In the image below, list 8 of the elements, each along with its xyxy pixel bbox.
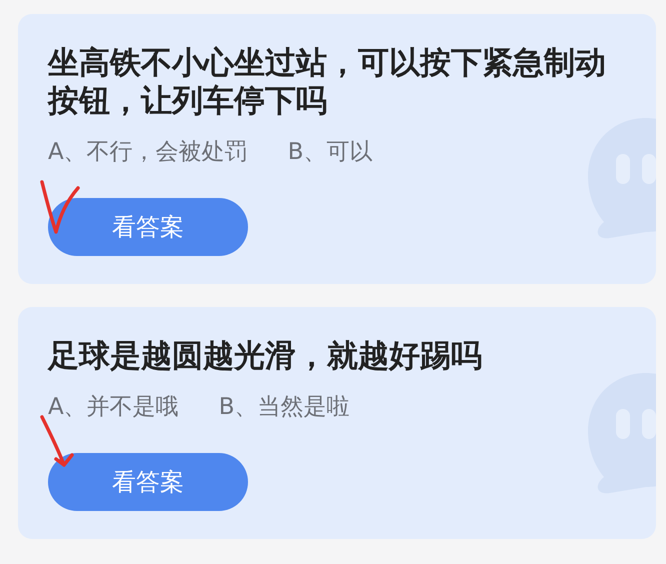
show-answer-button[interactable]: 看答案 [48,453,248,511]
answer-option: B、可以 [288,136,373,168]
answer-option: B、当然是啦 [218,391,350,423]
question-text: 坐高铁不小心坐过站，可以按下紧急制动按钮，让列车停下吗 [48,44,607,120]
show-answer-button[interactable]: 看答案 [48,198,248,256]
question-text: 足球是越圆越光滑，就越好踢吗 [48,337,483,375]
answer-option: A、并不是哦 [48,391,179,423]
answer-option: A、不行，会被处罚 [48,136,248,168]
